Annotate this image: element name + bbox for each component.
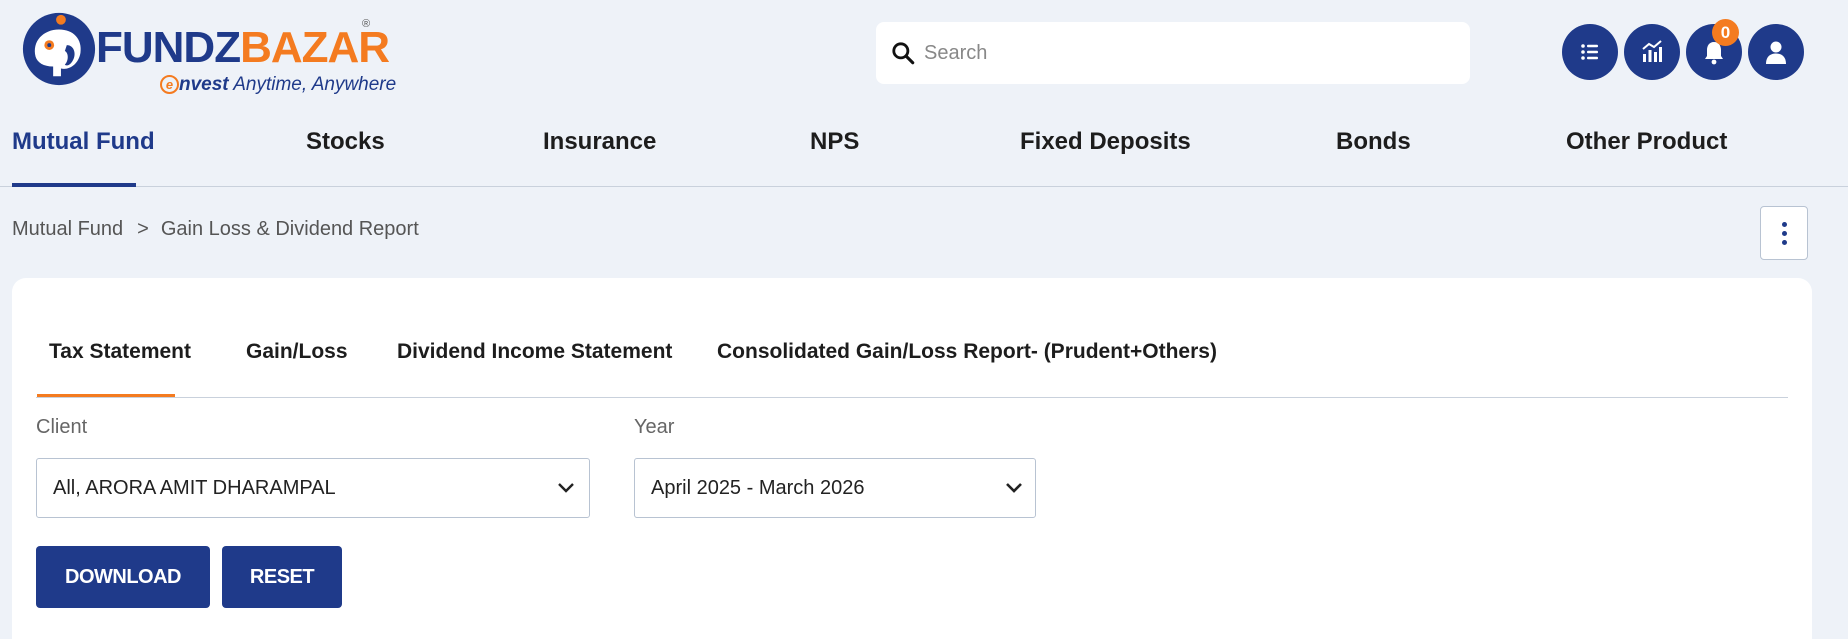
breadcrumb-current: Gain Loss & Dividend Report (160, 218, 419, 240)
chevron-down-icon (558, 483, 574, 493)
chevron-down-icon (1006, 483, 1022, 493)
tab-active-indicator (37, 394, 175, 397)
tab-tax-statement[interactable]: Tax Statement (49, 340, 191, 364)
nav-item-bonds[interactable]: Bonds (1336, 128, 1411, 156)
logo-tagline: e nvest Anytime, Anywhere (160, 74, 396, 96)
nav-item-nps[interactable]: NPS (810, 128, 859, 156)
list-icon (1581, 44, 1598, 60)
search-box[interactable] (876, 22, 1470, 84)
chart-icon (1642, 40, 1662, 62)
nav-item-other-product[interactable]: Other Product (1566, 128, 1727, 156)
breadcrumb: Mutual Fund > Gain Loss & Dividend Report (12, 218, 419, 241)
nav-active-indicator (12, 183, 136, 187)
search-icon (892, 42, 915, 65)
user-icon (1766, 41, 1786, 64)
breadcrumb-root[interactable]: Mutual Fund (12, 218, 123, 240)
year-select[interactable]: April 2025 - March 2026 (634, 458, 1036, 518)
more-options-button[interactable] (1760, 206, 1808, 260)
year-select-value: April 2025 - March 2026 (651, 477, 865, 499)
kebab-dot (1782, 231, 1787, 236)
app-header: FUNDZBAZAR ® e nvest Anytime, Anywhere S… (0, 0, 1848, 110)
tab-consolidated-gain-loss-report[interactable]: Consolidated Gain/Loss Report- (Prudent+… (717, 340, 1217, 364)
analytics-button[interactable] (1624, 24, 1680, 80)
nav-item-stocks[interactable]: Stocks (306, 128, 385, 156)
download-button[interactable]: DOWNLOAD (36, 546, 210, 608)
year-label: Year (634, 416, 675, 438)
nav-item-fixed-deposits[interactable]: Fixed Deposits (1020, 128, 1191, 156)
registered-mark: ® (362, 18, 371, 30)
nav-item-mutual-fund[interactable]: Mutual Fund (12, 128, 155, 156)
product-nav: Mutual Fund Stocks Insurance NPS Fixed D… (0, 112, 1848, 187)
list-menu-button[interactable] (1562, 24, 1618, 80)
search-input[interactable] (924, 36, 1444, 70)
kebab-dot (1782, 240, 1787, 245)
tab-gain-loss[interactable]: Gain/Loss (246, 340, 348, 364)
report-card: Tax Statement Gain/Loss Dividend Income … (12, 278, 1812, 639)
client-label: Client (36, 416, 88, 438)
reset-button[interactable]: RESET (222, 546, 342, 608)
logo-wordmark: FUNDZBAZAR (96, 23, 390, 72)
kebab-dot (1782, 222, 1787, 227)
profile-button[interactable] (1748, 24, 1804, 80)
fundzbazar-logo[interactable]: FUNDZBAZAR ® e nvest Anytime, Anywhere (18, 8, 396, 98)
notification-badge: 0 (1712, 19, 1739, 46)
breadcrumb-separator: > (137, 218, 149, 240)
elephant-logo-icon (22, 12, 96, 86)
tab-dividend-income-statement[interactable]: Dividend Income Statement (397, 340, 672, 364)
client-select-value: All, ARORA AMIT DHARAMPAL (53, 477, 336, 499)
nav-item-insurance[interactable]: Insurance (543, 128, 656, 156)
client-select[interactable]: All, ARORA AMIT DHARAMPAL (36, 458, 590, 518)
report-tabs: Tax Statement Gain/Loss Dividend Income … (36, 318, 1788, 398)
